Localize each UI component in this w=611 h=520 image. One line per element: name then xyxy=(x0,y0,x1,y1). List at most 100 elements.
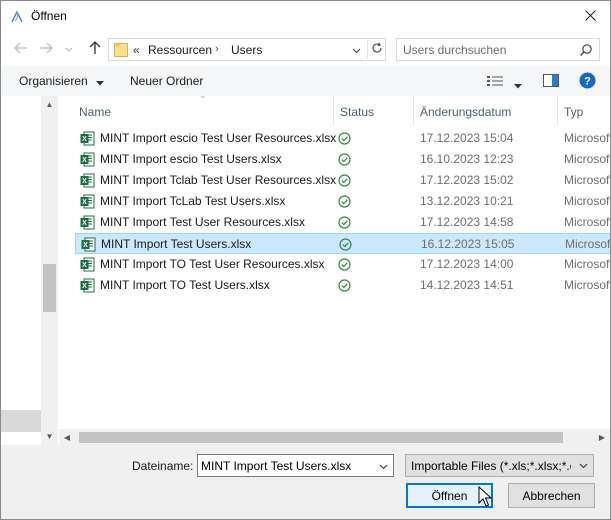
file-row[interactable]: X MINT Import Test User Resources.xlsx 17.… xyxy=(75,212,610,233)
back-button[interactable] xyxy=(11,40,31,58)
excel-file-icon: X xyxy=(80,194,95,209)
organize-menu-button[interactable]: Organisieren xyxy=(19,74,105,89)
up-button[interactable] xyxy=(85,40,105,58)
breadcrumb-separator-icon: › xyxy=(215,43,219,55)
file-date: 16.12.2023 15:05 xyxy=(421,237,515,251)
breadcrumb-ressourcen[interactable]: Ressourcen xyxy=(148,43,212,57)
sync-ok-icon xyxy=(338,153,351,166)
details-view-icon xyxy=(487,76,503,90)
file-type: Microsoft Excel-Arbeitsblatt xyxy=(564,215,610,229)
svg-text:?: ? xyxy=(584,76,591,88)
recent-locations-button[interactable] xyxy=(62,40,76,58)
refresh-button[interactable] xyxy=(367,40,385,59)
scrollbar-thumb[interactable] xyxy=(79,432,563,443)
navigation-pane-scrollbar[interactable]: ▲ ▼ xyxy=(41,96,58,445)
svg-text:X: X xyxy=(82,262,87,269)
navigation-bar: « Ressourcen › Users xyxy=(1,32,610,66)
cancel-button[interactable]: Abbrechen xyxy=(508,483,595,508)
file-row[interactable]: X MINT Import Test Users.xlsx 16.12.2023 1… xyxy=(75,233,610,254)
dialog-footer: Dateiname: Importable Files (*.xls;*.xls… xyxy=(1,445,610,519)
search-icon[interactable] xyxy=(579,43,593,57)
filename-input[interactable] xyxy=(201,457,371,474)
column-divider[interactable] xyxy=(413,96,414,126)
svg-text:X: X xyxy=(82,199,87,206)
svg-text:X: X xyxy=(82,136,87,143)
address-bar[interactable]: « Ressourcen › Users xyxy=(108,38,386,61)
navigation-pane[interactable]: ▲ ▼ xyxy=(1,96,59,445)
sync-ok-icon xyxy=(338,174,351,187)
search-input[interactable] xyxy=(403,41,573,58)
excel-file-icon: X xyxy=(80,173,95,188)
help-button[interactable]: ? xyxy=(579,72,596,92)
filename-combobox[interactable] xyxy=(197,454,394,477)
column-divider[interactable] xyxy=(557,96,558,126)
file-name: MINT Import TO Test User Resources.xlsx xyxy=(100,257,325,271)
svg-text:X: X xyxy=(82,220,87,227)
chevron-down-icon xyxy=(379,459,388,473)
breadcrumb-users[interactable]: Users xyxy=(231,43,262,57)
file-row[interactable]: X MINT Import escio Test User Resources.x… xyxy=(75,128,610,149)
arrow-up-icon xyxy=(89,40,101,58)
scroll-left-icon[interactable]: ◀ xyxy=(59,429,75,445)
file-row[interactable]: X MINT Import TcLab Test Users.xlsx 13.12.… xyxy=(75,191,610,212)
forward-button[interactable] xyxy=(36,40,56,58)
app-logo-icon xyxy=(9,9,25,25)
column-header-name[interactable]: Name xyxy=(79,105,111,119)
column-divider[interactable] xyxy=(333,96,334,126)
title-bar: Öffnen xyxy=(1,1,610,32)
file-type: Microsoft Excel-Arbeitsblatt xyxy=(564,278,610,292)
view-options-button[interactable] xyxy=(487,75,503,90)
file-name: MINT Import Test User Resources.xlsx xyxy=(100,215,305,229)
sync-ok-icon xyxy=(338,132,351,145)
preview-pane-icon xyxy=(543,74,559,90)
filename-history-button[interactable] xyxy=(376,458,390,473)
svg-text:X: X xyxy=(82,178,87,185)
scroll-right-icon[interactable]: ▶ xyxy=(594,429,610,445)
sync-ok-icon xyxy=(338,279,351,292)
scroll-down-icon[interactable]: ▼ xyxy=(41,428,58,444)
nav-pane-selected-item[interactable] xyxy=(1,410,41,432)
file-type-value: Importable Files (*.xls;*.xlsx;*.csv) xyxy=(411,459,571,473)
file-type-select[interactable]: Importable Files (*.xls;*.xlsx;*.csv) xyxy=(405,454,594,477)
file-row[interactable]: X MINT Import escio Test Users.xlsx 16.10.… xyxy=(75,149,610,170)
file-row[interactable]: X MINT Import TO Test User Resources.xlsx… xyxy=(75,254,610,275)
chevron-down-icon xyxy=(576,459,590,473)
scrollbar-thumb[interactable] xyxy=(43,264,56,312)
file-row[interactable]: X MINT Import TO Test Users.xlsx 14.12.202… xyxy=(75,275,610,296)
filename-label: Dateiname: xyxy=(132,459,194,473)
sync-ok-icon xyxy=(338,258,351,271)
sort-ascending-icon: ^ xyxy=(201,96,205,103)
sync-ok-icon xyxy=(338,216,351,229)
file-date: 13.12.2023 10:21 xyxy=(420,194,514,208)
column-header-type[interactable]: Typ xyxy=(564,105,583,119)
file-row[interactable]: X MINT Import Tclab Test User Resources.x… xyxy=(75,170,610,191)
address-history-button[interactable] xyxy=(347,40,365,59)
search-box[interactable] xyxy=(396,38,600,61)
breadcrumb-overflow[interactable]: « xyxy=(133,43,140,57)
svg-text:X: X xyxy=(83,242,88,249)
folder-icon xyxy=(114,42,128,57)
column-header-date[interactable]: Änderungsdatum xyxy=(420,105,511,119)
preview-pane-button[interactable] xyxy=(543,74,559,90)
close-button[interactable] xyxy=(580,7,600,27)
chevron-down-icon xyxy=(352,43,361,57)
file-date: 17.12.2023 15:02 xyxy=(420,173,514,187)
command-toolbar: Organisieren Neuer Ordner ? xyxy=(1,66,610,96)
file-type: Microsoft Excel-Arbeitsblatt xyxy=(564,173,610,187)
file-date: 17.12.2023 14:58 xyxy=(420,215,514,229)
scroll-up-icon[interactable]: ▲ xyxy=(41,96,58,112)
column-header-status[interactable]: Status xyxy=(340,105,374,119)
caret-down-icon xyxy=(514,78,522,92)
close-icon xyxy=(584,10,596,24)
content-area: ▲ ▼ ^ Name Status Änderungsdatum Typ X MI… xyxy=(1,96,610,445)
refresh-icon xyxy=(371,42,383,57)
horizontal-scrollbar[interactable]: ◀ ▶ xyxy=(59,429,610,445)
file-type: Microsoft Excel-Arbeitsblatt xyxy=(564,152,610,166)
file-type: Microsoft Excel-Arbeitsblatt xyxy=(564,194,610,208)
view-menu-dropdown[interactable] xyxy=(514,78,522,92)
sync-ok-icon xyxy=(339,238,352,251)
arrow-left-icon xyxy=(14,42,28,57)
new-folder-button[interactable]: Neuer Ordner xyxy=(130,74,203,88)
svg-text:X: X xyxy=(82,283,87,290)
help-icon: ? xyxy=(579,72,596,92)
